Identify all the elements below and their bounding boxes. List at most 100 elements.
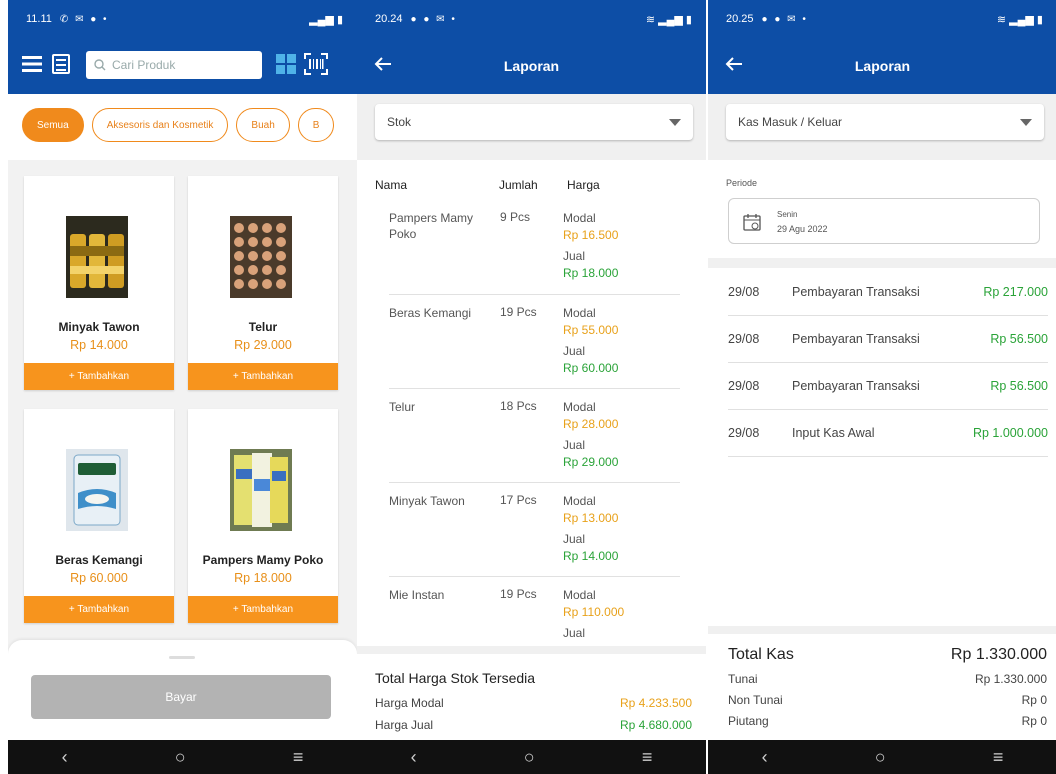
item-qty: 19 Pcs <box>500 305 537 319</box>
product-price: Rp 60.000 <box>70 571 128 585</box>
product-card[interactable]: Beras Kemangi Rp 60.000 + Tambahkan <box>24 409 174 623</box>
nav-recents-icon[interactable]: ≡ <box>293 747 304 768</box>
add-to-cart-button[interactable]: + Tambahkan <box>24 596 174 623</box>
search-placeholder: Cari Produk <box>112 58 176 72</box>
nav-back-icon[interactable]: ‹ <box>62 747 68 768</box>
report-type-value: Stok <box>387 115 412 129</box>
add-to-cart-button[interactable]: + Tambahkan <box>188 363 338 390</box>
nav-home-icon[interactable]: ○ <box>175 747 186 768</box>
cash-date: 29/08 <box>728 285 760 299</box>
rice-bag-image <box>66 449 128 531</box>
bottom-sheet: Bayar <box>8 640 357 740</box>
nav-home-icon[interactable]: ○ <box>524 747 535 768</box>
product-card[interactable]: Minyak Tawon Rp 14.000 + Tambahkan <box>24 176 174 390</box>
col-jumlah: Jumlah <box>499 178 538 192</box>
harga-modal-value: Rp 4.233.500 <box>619 696 692 710</box>
cash-amount: Rp 217.000 <box>983 285 1048 299</box>
modal-price: Rp 28.000 <box>563 417 619 431</box>
cash-desc: Pembayaran Transaksi <box>792 379 920 393</box>
nav-back-icon[interactable]: ‹ <box>411 747 417 768</box>
non-tunai-label: Non Tunai <box>728 693 783 707</box>
jual-label: Jual <box>563 626 586 640</box>
modal-price: Rp 55.000 <box>563 323 619 337</box>
cash-row: 29/08 Pembayaran Transaksi Rp 56.500 <box>728 363 1048 410</box>
jual-price: Rp 14.000 <box>563 549 619 563</box>
status-time: 20.24 <box>375 13 403 25</box>
drag-handle[interactable] <box>169 656 195 659</box>
notification-icons: ● ● ✉ • <box>761 13 808 25</box>
product-card[interactable]: Telur Rp 29.000 + Tambahkan <box>188 176 338 390</box>
grid-view-icon[interactable] <box>276 54 296 74</box>
cash-desc: Pembayaran Transaksi <box>792 285 920 299</box>
hamburger-menu-icon[interactable] <box>22 56 42 72</box>
search-icon <box>94 59 106 71</box>
add-to-cart-button[interactable]: + Tambahkan <box>188 596 338 623</box>
stock-totals: Total Harga Stok Tersedia Harga Modal Rp… <box>357 646 706 740</box>
date-picker[interactable]: Senin 29 Agu 2022 <box>728 198 1040 244</box>
cash-row: 29/08 Input Kas Awal Rp 1.000.000 <box>728 410 1048 457</box>
item-name: Pampers Mamy Poko <box>389 211 474 241</box>
page-title: Laporan <box>503 58 560 74</box>
pay-button[interactable]: Bayar <box>31 675 331 719</box>
product-name: Pampers Mamy Poko <box>202 553 324 567</box>
jual-label: Jual <box>563 249 586 263</box>
modal-label: Modal <box>563 306 596 320</box>
table-row: Telur 18 Pcs Modal Rp 28.000 Jual Rp 29.… <box>389 389 680 483</box>
nav-home-icon[interactable]: ○ <box>875 747 886 768</box>
total-kas-label: Total Kas <box>728 646 794 663</box>
system-nav-bar: ‹ ○ ≡ <box>8 740 357 774</box>
cash-amount: Rp 1.000.000 <box>972 426 1048 440</box>
cash-amount: Rp 56.500 <box>990 332 1048 346</box>
nav-recents-icon[interactable]: ≡ <box>993 747 1004 768</box>
status-time: 20.25 <box>726 13 754 25</box>
system-nav-bar: ‹ ○ ≡ <box>708 740 1056 774</box>
list-view-icon[interactable] <box>52 54 70 74</box>
app-bar: Laporan <box>708 38 1056 94</box>
tunai-label: Tunai <box>728 672 758 686</box>
notification-icons: ● ● ✉ • <box>410 13 457 25</box>
harga-modal-label: Harga Modal <box>375 696 444 710</box>
status-time: 11.11 <box>26 13 52 25</box>
cash-row: 29/08 Pembayaran Transaksi Rp 56.500 <box>728 316 1048 363</box>
cash-date: 29/08 <box>728 426 760 440</box>
table-row: Minyak Tawon 17 Pcs Modal Rp 13.000 Jual… <box>389 483 680 577</box>
egg-tray-image <box>230 216 292 298</box>
barcode-scan-icon[interactable] <box>304 53 328 75</box>
chip-more[interactable]: B <box>297 108 335 142</box>
cash-date: 29/08 <box>728 379 760 393</box>
nav-recents-icon[interactable]: ≡ <box>642 747 653 768</box>
jual-price: Rp 18.000 <box>563 266 619 280</box>
piutang-label: Piutang <box>728 714 769 728</box>
modal-label: Modal <box>563 494 596 508</box>
item-name: Beras Kemangi <box>389 306 472 320</box>
chip-aksesoris[interactable]: Aksesoris dan Kosmetik <box>91 108 229 142</box>
modal-label: Modal <box>563 211 596 225</box>
item-name: Telur <box>389 400 416 414</box>
modal-price: Rp 16.500 <box>563 228 619 242</box>
chip-buah[interactable]: Buah <box>236 108 290 142</box>
product-name: Telur <box>248 320 278 334</box>
table-row: Mie Instan 19 Pcs Modal Rp 110.000 Jual <box>389 577 680 647</box>
jual-price: Rp 29.000 <box>563 455 619 469</box>
periode-label: Periode <box>726 178 758 188</box>
search-input[interactable]: Cari Produk <box>86 51 262 79</box>
modal-label: Modal <box>563 588 596 602</box>
nav-back-icon[interactable]: ‹ <box>762 747 768 768</box>
item-name: Minyak Tawon <box>389 494 465 508</box>
tunai-value: Rp 1.330.000 <box>974 672 1047 686</box>
divider-band <box>708 258 1056 268</box>
product-price: Rp 18.000 <box>234 571 292 585</box>
date-day: Senin <box>777 210 798 219</box>
chip-semua[interactable]: Semua <box>22 108 84 142</box>
status-bar: 20.24 ● ● ✉ • ≋ ▂▄▆ ▮ <box>357 0 706 38</box>
signal-battery-icon: ≋ ▂▄▆ ▮ <box>645 13 692 26</box>
product-card[interactable]: Pampers Mamy Poko Rp 18.000 + Tambahkan <box>188 409 338 623</box>
report-type-select[interactable]: Stok <box>375 104 693 140</box>
add-to-cart-button[interactable]: + Tambahkan <box>24 363 174 390</box>
report-type-select[interactable]: Kas Masuk / Keluar <box>726 104 1044 140</box>
jual-label: Jual <box>563 344 586 358</box>
status-bar: 11.11 ✆ ✉ ● • ▂▄▆ ▮ <box>8 0 357 38</box>
cash-date: 29/08 <box>728 332 760 346</box>
item-qty: 9 Pcs <box>500 210 531 224</box>
table-row: Pampers Mamy Poko 9 Pcs Modal Rp 16.500 … <box>389 200 680 295</box>
